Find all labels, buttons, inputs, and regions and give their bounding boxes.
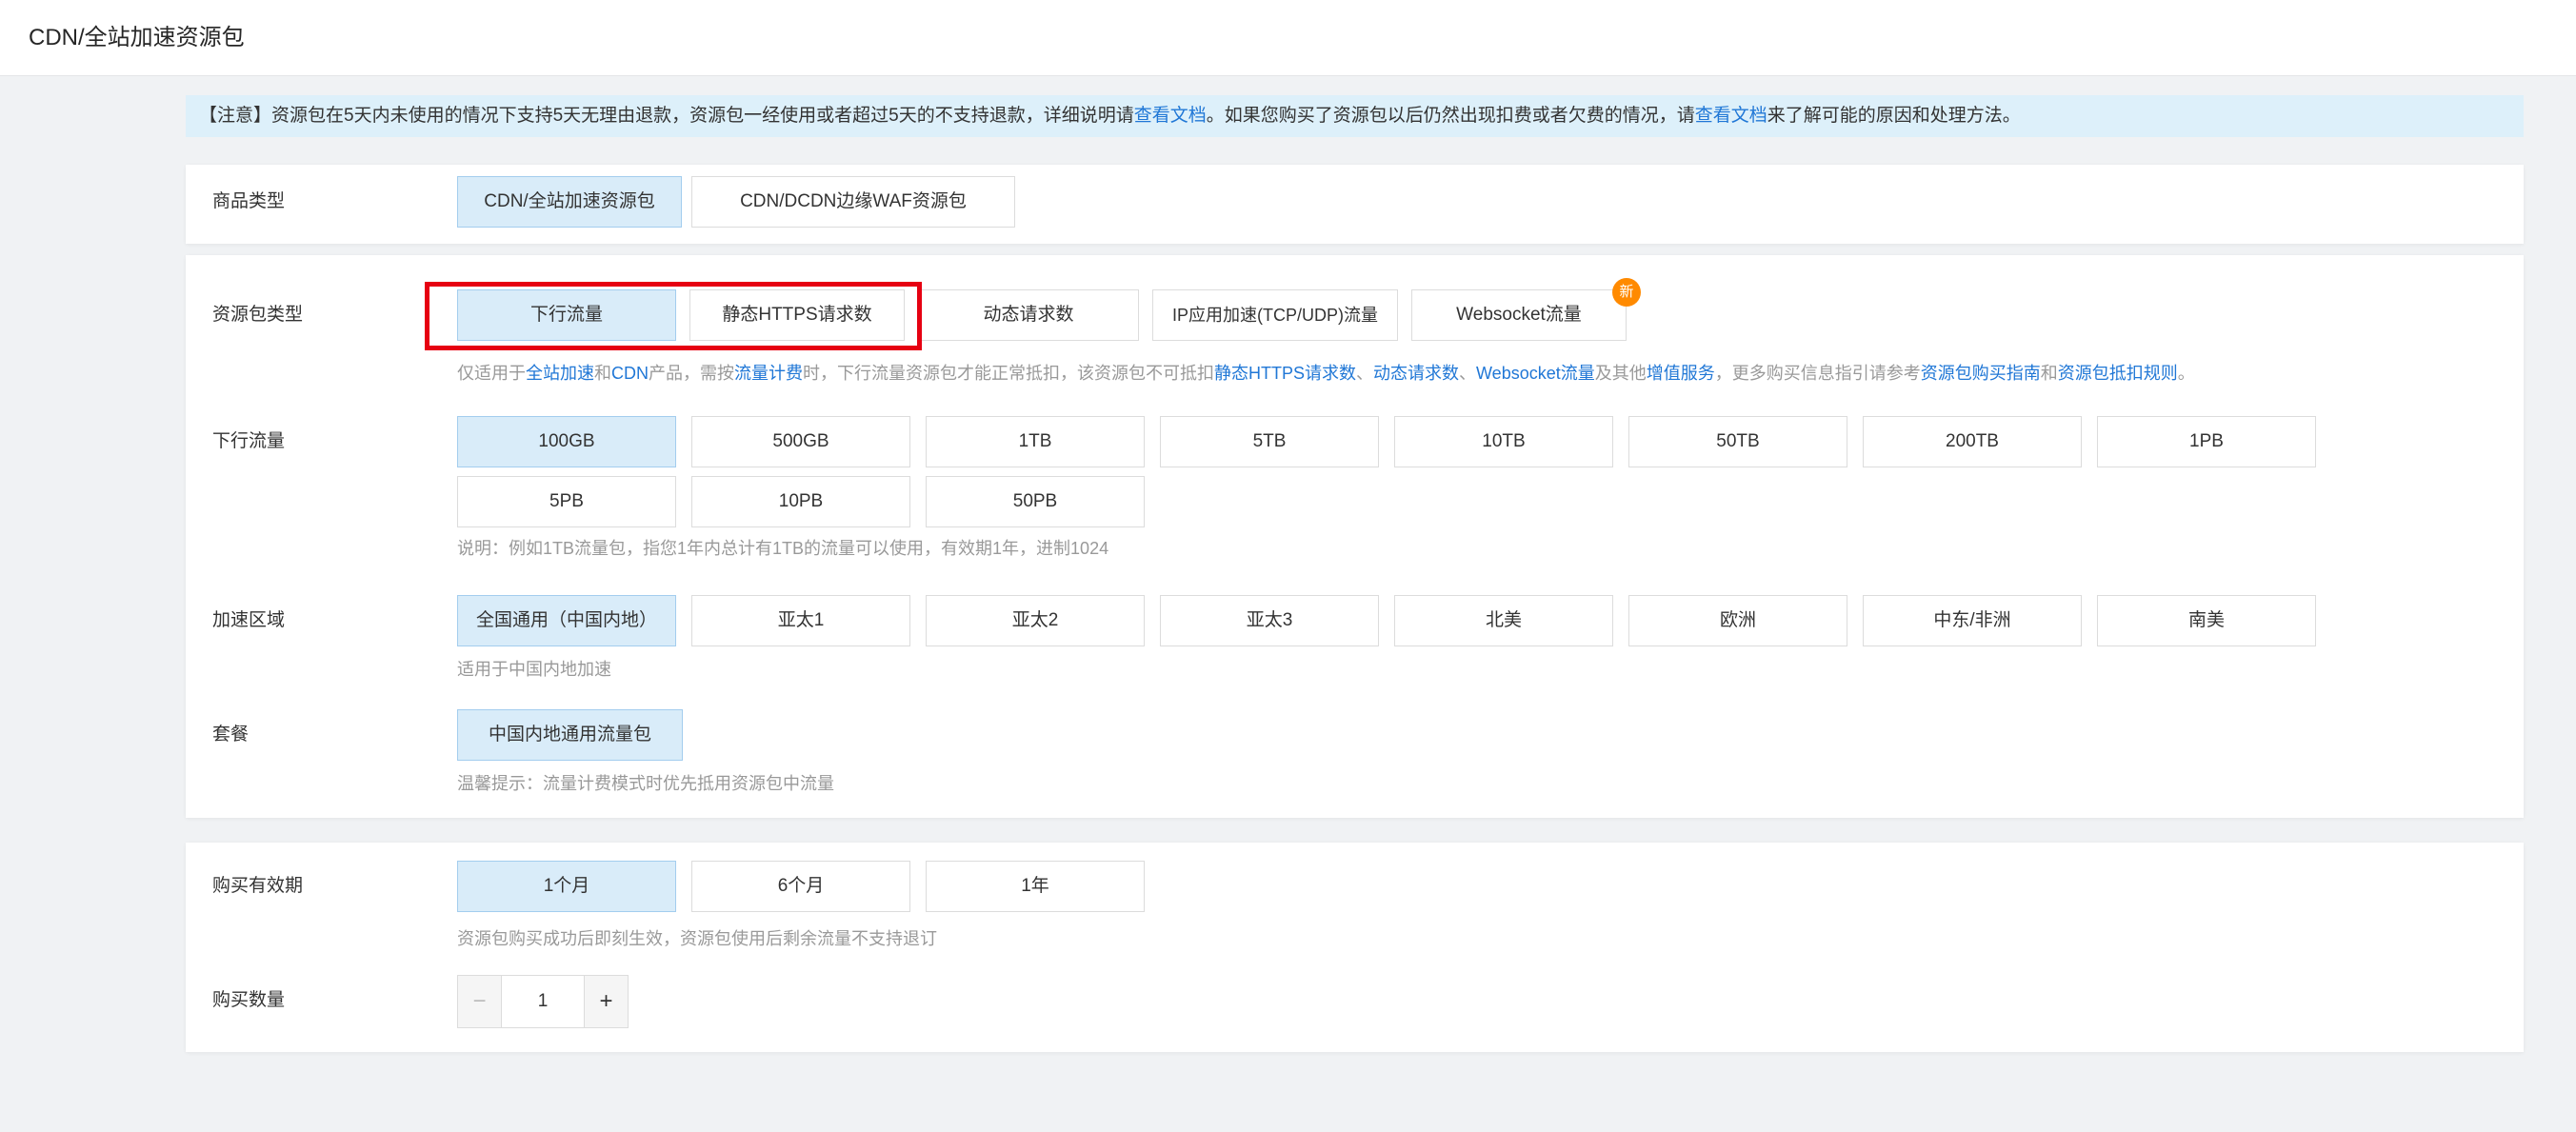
option-downstream-traffic[interactable]: 下行流量 (457, 289, 676, 341)
quantity-increase-button[interactable]: + (584, 976, 628, 1027)
row-label-package-type: 资源包类型 (212, 289, 303, 341)
row-label-traffic: 下行流量 (212, 416, 285, 467)
text-segment: 。 (2178, 364, 2195, 383)
option-edge-waf-package[interactable]: CDN/DCDN边缘WAF资源包 (691, 176, 1015, 228)
package-type-options: 下行流量 静态HTTPS请求数 动态请求数 IP应用加速(TCP/UDP)流量 … (457, 289, 1627, 341)
product-type-card: 商品类型 CDN/全站加速资源包 CDN/DCDN边缘WAF资源包 (186, 165, 2524, 244)
inline-link[interactable]: 静态HTTPS请求数 (1214, 364, 1356, 383)
inline-link[interactable]: 动态请求数 (1373, 364, 1459, 383)
text-segment: 来了解可能的原因和处理方法。 (1767, 106, 2021, 126)
plan-note: 温馨提示：流量计费模式时优先抵用资源包中流量 (457, 772, 834, 795)
traffic-note: 说明：例如1TB流量包，指您1年内总计有1TB的流量可以使用，有效期1年，进制1… (457, 537, 1108, 560)
text-segment: 和 (594, 364, 611, 383)
package-type-description: 仅适用于全站加速和CDN产品，需按流量计费时，下行流量资源包才能正常抵扣，该资源… (457, 362, 2195, 385)
text-segment: 和 (2041, 364, 2058, 383)
option-region-apac2[interactable]: 亚太2 (926, 595, 1145, 646)
option-websocket-traffic[interactable]: Websocket流量 (1411, 289, 1627, 341)
option-500gb[interactable]: 500GB (691, 416, 910, 467)
validity-options: 1个月 6个月 1年 (457, 861, 1145, 912)
option-5pb[interactable]: 5PB (457, 476, 676, 527)
option-region-south-america[interactable]: 南美 (2097, 595, 2316, 646)
option-region-apac3[interactable]: 亚太3 (1160, 595, 1379, 646)
inline-link[interactable]: Websocket流量 (1476, 364, 1595, 383)
inline-link[interactable]: 查看文档 (1695, 106, 1767, 126)
option-5tb[interactable]: 5TB (1160, 416, 1379, 467)
option-region-china-mainland[interactable]: 全国通用（中国内地） (457, 595, 676, 646)
inline-link[interactable]: 资源包购买指南 (1921, 364, 2041, 383)
row-label-region: 加速区域 (212, 595, 285, 646)
plan-options: 中国内地通用流量包 (457, 709, 683, 761)
validity-note: 资源包购买成功后即刻生效，资源包使用后剩余流量不支持退订 (457, 927, 937, 950)
option-50pb[interactable]: 50PB (926, 476, 1145, 527)
app-header: CDN/全站加速资源包 (0, 0, 2576, 76)
option-cdn-dcdn-package[interactable]: CDN/全站加速资源包 (457, 176, 682, 228)
inline-link[interactable]: 查看文档 (1134, 106, 1207, 126)
option-6-months[interactable]: 6个月 (691, 861, 910, 912)
text-segment: 时，下行流量资源包才能正常抵扣，该资源包不可抵扣 (803, 364, 1214, 383)
notice-bar: 【注意】资源包在5天内未使用的情况下支持5天无理由退款，资源包一经使用或者超过5… (186, 95, 2524, 137)
option-china-mainland-traffic-package[interactable]: 中国内地通用流量包 (457, 709, 683, 761)
text-segment: 及其他 (1595, 364, 1647, 383)
new-badge: 新 (1612, 278, 1641, 307)
quantity-stepper: − 1 + (457, 975, 629, 1028)
option-region-middle-east-africa[interactable]: 中东/非洲 (1863, 595, 2082, 646)
row-label-validity: 购买有效期 (212, 861, 303, 912)
row-label-product-type: 商品类型 (212, 176, 285, 228)
purchase-card: 购买有效期 1个月 6个月 1年 资源包购买成功后即刻生效，资源包使用后剩余流量… (186, 843, 2524, 1052)
inline-link[interactable]: 全站加速 (526, 364, 594, 383)
traffic-options-line1: 100GB 500GB 1TB 5TB 10TB 50TB 200TB 1PB (457, 416, 2316, 467)
option-region-apac1[interactable]: 亚太1 (691, 595, 910, 646)
option-50tb[interactable]: 50TB (1628, 416, 1847, 467)
option-200tb[interactable]: 200TB (1863, 416, 2082, 467)
option-10tb[interactable]: 10TB (1394, 416, 1613, 467)
region-note: 适用于中国内地加速 (457, 658, 611, 681)
option-ip-app-acceleration[interactable]: IP应用加速(TCP/UDP)流量 (1152, 289, 1398, 341)
option-static-https-requests[interactable]: 静态HTTPS请求数 (689, 289, 905, 341)
config-card: 资源包类型 下行流量 静态HTTPS请求数 动态请求数 IP应用加速(TCP/U… (186, 255, 2524, 818)
text-segment: 产品，需按 (649, 364, 734, 383)
option-1-year[interactable]: 1年 (926, 861, 1145, 912)
traffic-options-line2: 5PB 10PB 50PB (457, 476, 1145, 527)
option-100gb[interactable]: 100GB (457, 416, 676, 467)
row-label-quantity: 购买数量 (212, 975, 285, 1026)
option-region-north-america[interactable]: 北美 (1394, 595, 1613, 646)
inline-link[interactable]: 流量计费 (734, 364, 803, 383)
inline-link[interactable]: 增值服务 (1647, 364, 1715, 383)
option-1pb[interactable]: 1PB (2097, 416, 2316, 467)
page-title: CDN/全站加速资源包 (29, 0, 245, 76)
option-1-month[interactable]: 1个月 (457, 861, 676, 912)
option-1tb[interactable]: 1TB (926, 416, 1145, 467)
text-segment: 【注意】资源包在5天内未使用的情况下支持5天无理由退款，资源包一经使用或者超过5… (199, 106, 1134, 126)
row-label-plan: 套餐 (212, 709, 249, 761)
product-type-options: CDN/全站加速资源包 CDN/DCDN边缘WAF资源包 (457, 176, 1015, 228)
quantity-decrease-button[interactable]: − (458, 976, 502, 1027)
inline-link[interactable]: 资源包抵扣规则 (2058, 364, 2178, 383)
region-options: 全国通用（中国内地） 亚太1 亚太2 亚太3 北美 欧洲 中东/非洲 南美 (457, 595, 2316, 646)
option-region-europe[interactable]: 欧洲 (1628, 595, 1847, 646)
text-segment: 、 (1459, 364, 1476, 383)
text-segment: 仅适用于 (457, 364, 526, 383)
inline-link[interactable]: CDN (611, 364, 649, 383)
text-segment: 。如果您购买了资源包以后仍然出现扣费或者欠费的情况，请 (1207, 106, 1695, 126)
option-10pb[interactable]: 10PB (691, 476, 910, 527)
text-segment: 、 (1356, 364, 1373, 383)
quantity-value[interactable]: 1 (502, 976, 584, 1027)
option-dynamic-requests[interactable]: 动态请求数 (918, 289, 1139, 341)
text-segment: ，更多购买信息指引请参考 (1715, 364, 1921, 383)
